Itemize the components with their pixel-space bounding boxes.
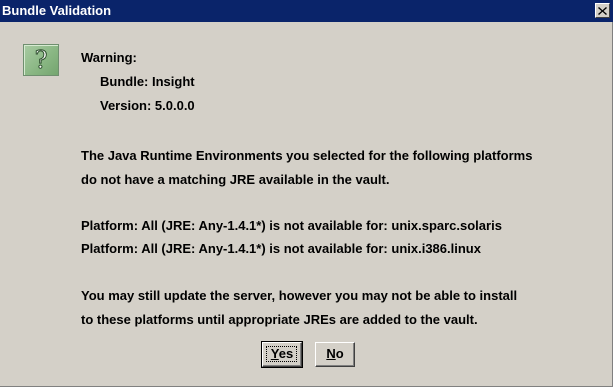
no-label-rest: o	[335, 346, 344, 361]
bundle-validation-dialog: Bundle Validation ? Warning: Bundle: Ins…	[0, 0, 613, 387]
platform-line-2: Platform: All (JRE: Any-1.4.1*) is not a…	[81, 241, 481, 256]
yes-button[interactable]: Yes	[261, 341, 303, 368]
version-label: Version: 5.0.0.0	[100, 98, 195, 113]
yes-label-rest: es	[278, 346, 294, 361]
question-mark-icon: ?	[23, 44, 59, 76]
window-title: Bundle Validation	[2, 3, 112, 18]
no-mnemonic: N	[326, 346, 336, 361]
title-bar[interactable]: Bundle Validation	[0, 0, 613, 22]
question-mark-glyph: ?	[34, 46, 48, 75]
close-button[interactable]	[595, 3, 610, 18]
message-line-1: The Java Runtime Environments you select…	[81, 148, 533, 163]
yes-mnemonic: Y	[270, 346, 279, 361]
no-button[interactable]: No	[315, 342, 355, 367]
close-icon	[598, 6, 607, 15]
message-line-2: do not have a matching JRE available in …	[81, 172, 390, 187]
bundle-label: Bundle: Insight	[100, 74, 195, 89]
note-line-2: to these platforms until appropriate JRE…	[81, 312, 478, 327]
note-line-1: You may still update the server, however…	[81, 288, 518, 303]
warning-label: Warning:	[81, 50, 137, 65]
platform-line-1: Platform: All (JRE: Any-1.4.1*) is not a…	[81, 218, 502, 233]
